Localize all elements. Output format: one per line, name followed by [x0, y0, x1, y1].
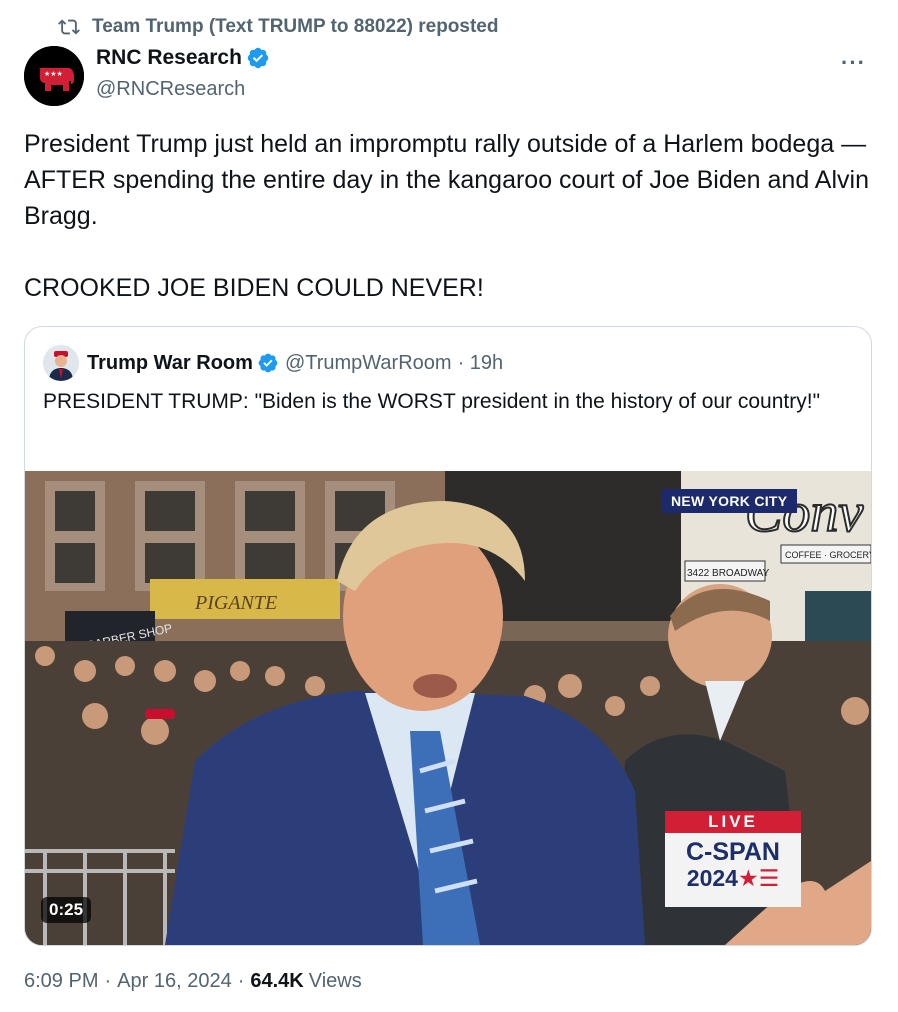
separator: · [104, 970, 112, 992]
quote-header: Trump War Room @TrumpWarRoom · 19h [43, 345, 503, 381]
author-handle[interactable]: @RNCResearch [96, 78, 270, 101]
author-name[interactable]: RNC Research [96, 46, 242, 70]
quoted-tweet[interactable]: Trump War Room @TrumpWarRoom · 19h PRESI… [24, 326, 872, 946]
cspan-star-icon: ★☰ [737, 865, 780, 891]
tweet-text: President Trump just held an impromptu r… [24, 126, 874, 342]
tweet-date[interactable]: Apr 16, 2024 [117, 970, 232, 993]
location-tag: NEW YORK CITY [661, 489, 798, 513]
video-duration: 0:25 [41, 897, 92, 923]
author-avatar[interactable]: ★★★ [24, 46, 84, 106]
more-options-icon[interactable]: ··· [841, 50, 866, 76]
repost-icon [58, 19, 80, 35]
cspan-name: C-SPAN [686, 838, 780, 866]
verified-badge-icon[interactable] [246, 46, 270, 70]
rnc-elephant-logo: ★★★ [24, 46, 84, 106]
quote-author-name[interactable]: Trump War Room [87, 352, 253, 375]
sign-text: 3422 BROADWAY [687, 568, 770, 579]
quote-time[interactable]: · 19h [458, 352, 504, 375]
quote-text: PRESIDENT TRUMP: "Biden is the WORST pre… [43, 390, 821, 413]
tweet-paragraph-2: CROOKED JOE BIDEN COULD NEVER! [24, 274, 484, 302]
video-player[interactable]: PIGANTE BARBER SHOP Conv 3422 BROADWAY C… [25, 471, 871, 945]
live-label: LIVE [665, 811, 801, 833]
svg-text:★★★: ★★★ [44, 70, 63, 78]
verified-badge-icon [258, 353, 278, 373]
trump-avatar-image [43, 345, 79, 381]
cspan-year-row: 2024★☰ [665, 865, 801, 891]
sign-text: COFFEE · GROCERY · BE [785, 550, 871, 560]
tweet-paragraph-1: President Trump just held an impromptu r… [24, 130, 869, 230]
repost-text: Team Trump (Text TRUMP to 88022) reposte… [92, 16, 499, 37]
author-info: RNC Research @RNCResearch [96, 46, 270, 101]
tweet-metadata: 6:09 PM · Apr 16, 2024 · 64.4K Views [24, 970, 362, 993]
cspan-logo: LIVE C-SPAN 2024★☰ [665, 811, 801, 907]
repost-indicator[interactable]: Team Trump (Text TRUMP to 88022) reposte… [58, 16, 498, 38]
sign-text: PIGANTE [194, 592, 277, 614]
views-label: Views [308, 970, 362, 992]
quote-avatar[interactable] [43, 345, 79, 381]
cspan-year: 2024 [686, 865, 738, 891]
views-count[interactable]: 64.4K [250, 970, 303, 993]
separator: · [237, 970, 245, 992]
tweet-time[interactable]: 6:09 PM [24, 970, 98, 993]
quote-author-handle[interactable]: @TrumpWarRoom [285, 352, 452, 375]
